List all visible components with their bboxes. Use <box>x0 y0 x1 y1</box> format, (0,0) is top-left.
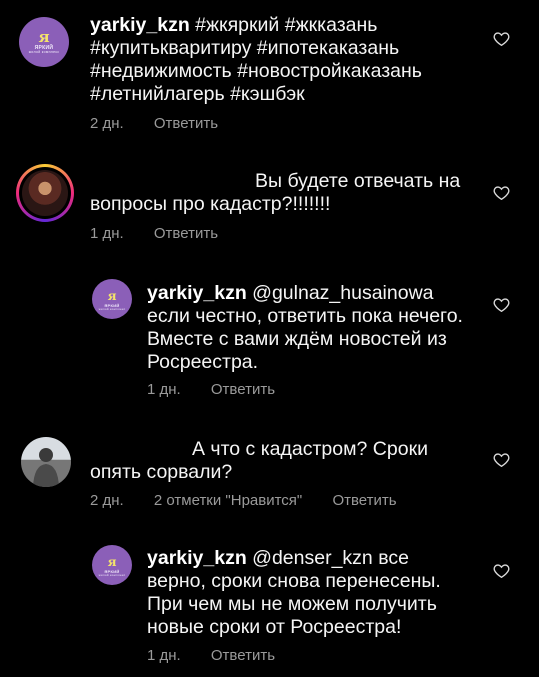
avatar[interactable] <box>21 437 71 487</box>
avatar <box>22 170 68 216</box>
heart-outline-icon[interactable] <box>493 452 511 468</box>
heart-outline-icon[interactable] <box>493 31 511 47</box>
comment-body: А что с кадастром? Сроки опять сорвали? <box>90 438 428 483</box>
username[interactable]: yarkiy_kzn <box>147 282 247 304</box>
reply-button[interactable]: Ответить <box>154 225 218 242</box>
reply-button[interactable]: Ответить <box>332 492 396 509</box>
story-ring[interactable] <box>16 164 74 222</box>
comment-meta: 1 дн. Ответить <box>147 647 301 664</box>
timestamp: 2 дн. <box>90 115 124 132</box>
timestamp: 1 дн. <box>147 381 181 398</box>
brand-logo-icon: я <box>107 288 117 303</box>
likes-count[interactable]: 2 отметки "Нравится" <box>154 492 302 509</box>
comment-meta: 2 дн. Ответить <box>90 115 244 132</box>
brand-logo-icon: я <box>38 27 50 46</box>
comment-text: А что с кадастром? Сроки опять сорвали? <box>90 438 450 484</box>
timestamp: 1 дн. <box>147 647 181 664</box>
heart-outline-icon[interactable] <box>493 563 511 579</box>
heart-outline-icon[interactable] <box>493 185 511 201</box>
comment-text: Вы будете отвечать на вопросы про кадаст… <box>90 170 470 216</box>
comment-text: yarkiy_kzn @gulnaz_husainowa если честно… <box>147 282 472 374</box>
username[interactable]: yarkiy_kzn <box>147 547 247 569</box>
username[interactable]: yarkiy_kzn <box>90 14 190 36</box>
avatar[interactable]: я ЯРКИЙ жилой комплекс <box>92 545 132 585</box>
comment-meta: 2 дн. 2 отметки "Нравится" Ответить <box>90 492 423 509</box>
avatar[interactable]: я ЯРКИЙ жилой комплекс <box>92 279 132 319</box>
timestamp: 1 дн. <box>90 225 124 242</box>
comment-body: Вы будете отвечать на вопросы про кадаст… <box>90 170 461 215</box>
person-photo-icon <box>33 448 59 487</box>
comment-text: yarkiy_kzn #жкяркий #жкказань #купитьква… <box>90 14 450 106</box>
brand-logo-icon: я <box>107 554 117 569</box>
reply-button[interactable]: Ответить <box>211 647 275 664</box>
comment-meta: 1 дн. Ответить <box>90 225 244 242</box>
reply-button[interactable]: Ответить <box>211 381 275 398</box>
comment-text: yarkiy_kzn @denser_kzn все верно, сроки … <box>147 547 472 639</box>
avatar[interactable]: я ЯРКИЙ жилой комплекс <box>19 17 69 67</box>
heart-outline-icon[interactable] <box>493 297 511 313</box>
timestamp: 2 дн. <box>90 492 124 509</box>
reply-button[interactable]: Ответить <box>154 115 218 132</box>
comment-meta: 1 дн. Ответить <box>147 381 301 398</box>
